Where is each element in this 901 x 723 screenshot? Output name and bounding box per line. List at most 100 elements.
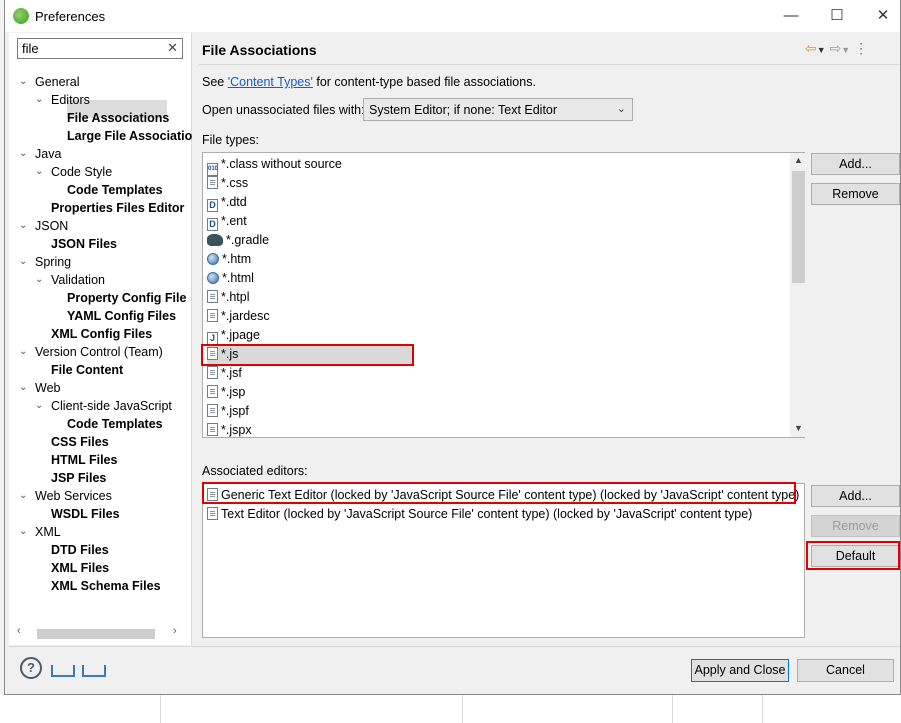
scroll-down-icon[interactable]: ▼ (794, 423, 803, 433)
tree-expand-chevron-icon[interactable]: ⌄ (35, 94, 43, 105)
file-type-label: *.htm (222, 252, 252, 266)
file-type-row[interactable]: *.htm (207, 250, 251, 269)
tree-item[interactable]: Property Config File (67, 289, 186, 307)
import-icon[interactable] (51, 657, 75, 679)
file-type-row[interactable]: *.jsp (207, 383, 245, 402)
tree-item[interactable]: DTD Files (51, 541, 109, 559)
file-type-row[interactable]: 010 *.class without source (207, 155, 342, 176)
file-type-row[interactable]: *.jspf (207, 402, 249, 421)
scrollbar-thumb[interactable] (37, 629, 155, 639)
tree-item[interactable]: Large File Associatio (67, 127, 192, 145)
cancel-button[interactable]: Cancel (797, 659, 894, 682)
tree-item[interactable]: XML Config Files (51, 325, 152, 343)
tree-item[interactable]: XML (35, 523, 61, 541)
forward-dropdown-icon[interactable]: ▼ (841, 45, 850, 55)
view-menu-icon[interactable]: ⋮ (854, 40, 868, 56)
file-types-list[interactable]: 010 *.class without source *.css D *.dtd D *.e… (202, 152, 805, 438)
clear-filter-icon[interactable]: ✕ (167, 40, 178, 56)
content-types-link[interactable]: 'Content Types' (228, 75, 313, 89)
minimize-button[interactable]: — (768, 0, 814, 32)
tree-item[interactable]: Code Style (51, 163, 112, 181)
file-types-scrollbar[interactable]: ▲ ▼ (790, 153, 807, 437)
tree-item[interactable]: File Associations (67, 109, 169, 127)
tree-item[interactable]: XML Schema Files (51, 577, 161, 595)
file-type-row[interactable]: *.jardesc (207, 307, 270, 326)
tree-item[interactable]: Code Templates (67, 415, 163, 433)
editors-default-button[interactable]: Default (811, 545, 900, 567)
apply-and-close-button[interactable]: Apply and Close (691, 659, 789, 682)
tree-item[interactable]: Client-side JavaScript (51, 397, 172, 415)
tree-expand-chevron-icon[interactable]: ⌄ (19, 490, 27, 501)
preferences-dialog: Preferences — ☐ ✕ file ✕ ⌄ General ⌄ Editor… (4, 0, 901, 695)
back-arrow-icon[interactable]: ⇦ (805, 40, 817, 56)
tree-item[interactable]: CSS Files (51, 433, 109, 451)
file-type-row[interactable]: *.gradle (207, 231, 269, 250)
maximize-button[interactable]: ☐ (814, 0, 860, 32)
scroll-left-icon[interactable]: ‹ (17, 625, 21, 637)
file-type-row[interactable]: *.css (207, 174, 248, 193)
scroll-right-icon[interactable]: › (173, 625, 177, 637)
file-type-row[interactable]: J *.jpage (207, 326, 260, 345)
editors-add-button[interactable]: Add... (811, 485, 900, 507)
file-types-add-button[interactable]: Add... (811, 153, 900, 175)
tree-item[interactable]: Code Templates (67, 181, 163, 199)
scroll-up-icon[interactable]: ▲ (794, 155, 803, 165)
tree-expand-chevron-icon[interactable]: ⌄ (19, 76, 27, 87)
scrollbar-thumb[interactable] (792, 171, 805, 283)
file-types-remove-button[interactable]: Remove (811, 183, 900, 205)
file-type-row[interactable]: *.jsf (207, 364, 242, 383)
file-type-label: *.class without source (221, 157, 342, 171)
tree-expand-chevron-icon[interactable]: ⌄ (19, 220, 27, 231)
file-type-row[interactable]: *.js (207, 345, 412, 364)
open-unassociated-value: System Editor; if none: Text Editor (369, 103, 558, 117)
tree-item[interactable]: JSON Files (51, 235, 117, 253)
editors-remove-button[interactable]: Remove (811, 515, 900, 537)
tree-item[interactable]: Java (35, 145, 61, 163)
forward-arrow-icon[interactable]: ⇨ (830, 40, 842, 56)
background-window-area (0, 695, 901, 723)
filter-input[interactable]: file ✕ (17, 38, 183, 59)
tree-item[interactable]: HTML Files (51, 451, 117, 469)
text-editor-icon (207, 488, 218, 501)
tree-item[interactable]: JSP Files (51, 469, 106, 487)
file-type-row[interactable]: *.html (207, 269, 254, 288)
tree-expand-chevron-icon[interactable]: ⌄ (35, 400, 43, 411)
open-unassociated-select[interactable]: System Editor; if none: Text Editor ⌄ (363, 98, 633, 121)
tree-item[interactable]: General (35, 73, 79, 91)
tree-expand-chevron-icon[interactable]: ⌄ (19, 526, 27, 537)
tree-expand-chevron-icon[interactable]: ⌄ (35, 274, 43, 285)
file-type-row[interactable]: D *.dtd (207, 193, 247, 212)
export-icon[interactable] (82, 657, 106, 679)
file-type-label: *.js (221, 347, 239, 361)
tree-item[interactable]: Validation (51, 271, 105, 289)
tree-expand-chevron-icon[interactable]: ⌄ (19, 256, 27, 267)
footer-separator (9, 646, 900, 647)
back-dropdown-icon[interactable]: ▼ (817, 45, 826, 55)
file-types-label: File types: (202, 133, 259, 147)
tree-item[interactable]: Web (35, 379, 60, 397)
file-type-row[interactable]: D *.ent (207, 212, 247, 231)
tree-item[interactable]: Web Services (35, 487, 112, 505)
spring-logo-icon (13, 8, 29, 24)
tree-item[interactable]: Spring (35, 253, 71, 271)
tree-item[interactable]: WSDL Files (51, 505, 120, 523)
tree-item[interactable]: File Content (51, 361, 123, 379)
help-icon[interactable]: ? (20, 657, 42, 679)
file-type-row[interactable]: *.htpl (207, 288, 250, 307)
close-button[interactable]: ✕ (860, 0, 901, 32)
tree-expand-chevron-icon[interactable]: ⌄ (35, 166, 43, 177)
associated-editor-row[interactable]: Text Editor (locked by 'JavaScript Sourc… (207, 505, 752, 524)
tree-expand-chevron-icon[interactable]: ⌄ (19, 148, 27, 159)
tree-item[interactable]: Editors (51, 91, 90, 109)
tree-item[interactable]: Properties Files Editor (51, 199, 184, 217)
tree-horizontal-scrollbar[interactable]: ‹ › (15, 624, 187, 642)
tree-item[interactable]: XML Files (51, 559, 109, 577)
tree-item[interactable]: JSON (35, 217, 68, 235)
tree-item[interactable]: Version Control (Team) (35, 343, 163, 361)
tree-expand-chevron-icon[interactable]: ⌄ (19, 346, 27, 357)
tree-expand-chevron-icon[interactable]: ⌄ (19, 382, 27, 393)
file-type-row[interactable]: *.jspx (207, 421, 252, 437)
associated-editors-list[interactable]: Generic Text Editor (locked by 'JavaScri… (202, 483, 805, 638)
associated-editor-row[interactable]: Generic Text Editor (locked by 'JavaScri… (207, 486, 799, 505)
tree-item[interactable]: YAML Config Files (67, 307, 176, 325)
